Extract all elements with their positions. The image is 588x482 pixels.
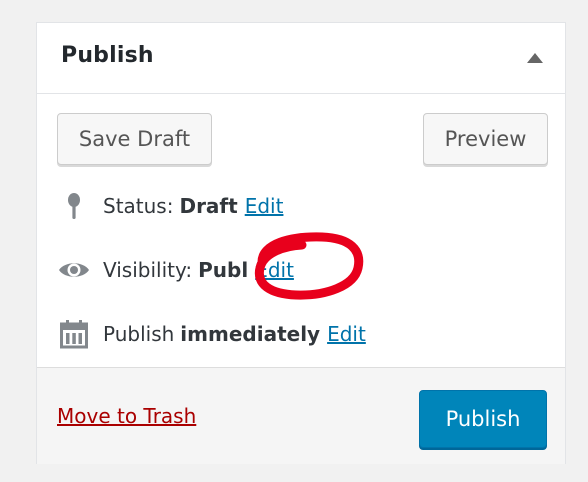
visibility-edit-link[interactable]: Edit bbox=[255, 258, 294, 282]
status-row: Status: Draft Edit bbox=[57, 189, 283, 223]
status-edit-link[interactable]: Edit bbox=[245, 194, 284, 218]
visibility-label: Visibility: bbox=[103, 258, 193, 282]
screenshot-canvas: Publish Save Draft Preview Status: Draft… bbox=[0, 0, 588, 482]
metabox-footer: Move to Trash Publish bbox=[37, 367, 565, 464]
move-to-trash-link[interactable]: Move to Trash bbox=[57, 404, 196, 428]
metabox-header: Publish bbox=[37, 23, 565, 94]
publish-button[interactable]: Publish bbox=[419, 390, 547, 448]
schedule-label: Publish bbox=[103, 322, 175, 346]
eye-icon bbox=[57, 253, 91, 287]
schedule-row: Publish immediately Edit bbox=[57, 317, 366, 351]
status-value: Draft bbox=[179, 194, 238, 218]
calendar-icon bbox=[57, 317, 91, 351]
publish-metabox: Publish Save Draft Preview Status: Draft… bbox=[36, 22, 566, 464]
schedule-edit-link[interactable]: Edit bbox=[327, 322, 366, 346]
visibility-row: Visibility: Publ Edit bbox=[57, 253, 294, 287]
metabox-title: Publish bbox=[61, 43, 154, 68]
preview-button[interactable]: Preview bbox=[423, 113, 548, 165]
save-draft-button[interactable]: Save Draft bbox=[57, 113, 212, 165]
pin-icon bbox=[57, 189, 91, 223]
status-label: Status: bbox=[103, 194, 174, 218]
visibility-value: Publ bbox=[198, 258, 249, 282]
schedule-value: immediately bbox=[180, 322, 321, 346]
triangle-up-icon[interactable] bbox=[527, 53, 543, 63]
